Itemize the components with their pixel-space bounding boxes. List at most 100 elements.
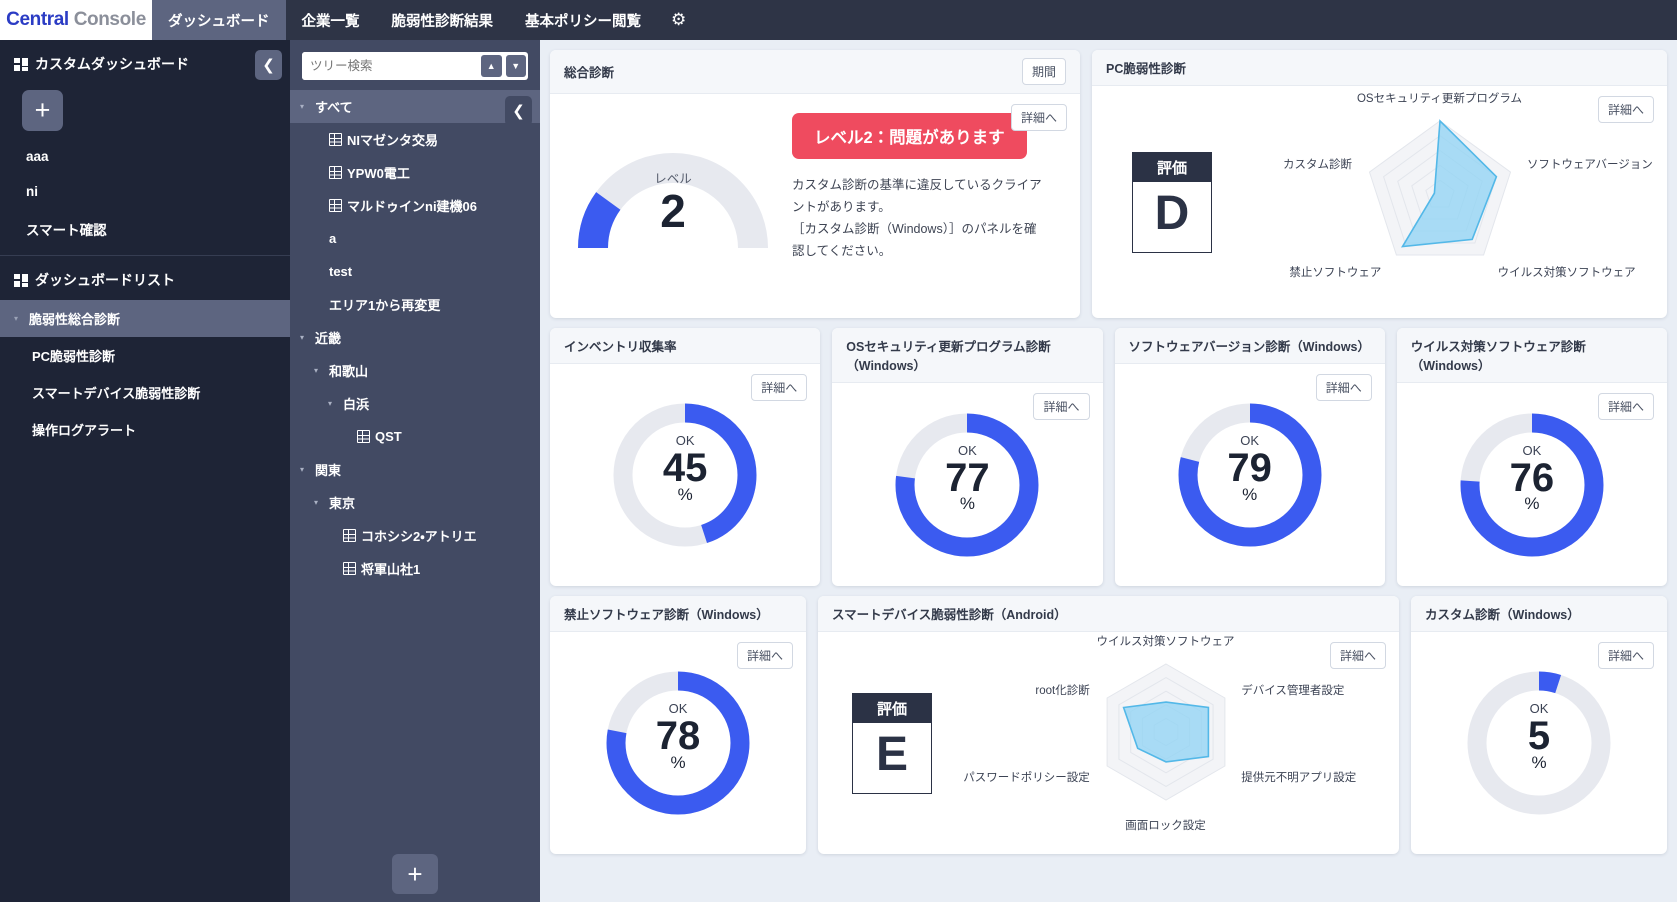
card-header: ソフトウェアバージョン診断（Windows） [1114,328,1385,364]
nav-item-dashboard[interactable]: ダッシュボード [152,0,286,40]
building-icon [329,133,342,146]
dashboard-main-area: 総合診断 期間 詳細へ レベル 2 レベル2：問題があります カスタム診断の基準… [540,40,1677,902]
donut-chart: OK 45% [609,399,761,551]
sidebar-collapse-button[interactable]: ❮ [255,50,282,80]
nav-item-company-list[interactable]: 企業一覧 [286,0,376,40]
tree-node[interactable]: ▾ 関東 [290,453,540,486]
card-header: 禁止ソフトウェア診断（Windows） [550,596,806,632]
add-tree-node-button[interactable]: + [392,854,438,894]
card-header: PC脆弱性診断 [1092,50,1667,86]
building-icon [329,166,342,179]
tree-node[interactable]: コホシシ2・アトリエ [290,519,540,552]
building-icon [343,562,356,575]
detail-button[interactable]: 詳細へ [1597,96,1654,123]
card-header: OSセキュリティ更新プログラム診断（Windows） [832,328,1103,383]
dashboard-row-1: 総合診断 期間 詳細へ レベル 2 レベル2：問題があります カスタム診断の基準… [550,50,1667,318]
detail-button[interactable]: 詳細へ [1329,642,1386,669]
card-body: 詳細へ OK 78% [550,632,806,854]
detail-button[interactable]: 詳細へ [1597,642,1654,669]
donut-value: 5 [1527,714,1551,758]
sidebar-item-smart-check[interactable]: スマート確認 [0,209,290,249]
chevron-down-icon: ▾ [328,399,333,408]
donut-center-text: OK 77% [891,443,1043,515]
detail-button[interactable]: 詳細へ [1597,393,1654,420]
tree-collapse-button[interactable]: ❮ [505,96,532,126]
card-body: 詳細へ OK 45% [550,364,820,586]
card-body: 詳細へ OK 77% [832,383,1102,586]
sidebar-item-smart-device-vulnerability[interactable]: スマートデバイス脆弱性診断 [0,374,290,411]
sidebar-item-pc-vulnerability[interactable]: PC脆弱性診断 [0,337,290,374]
nav-item-basic-policy[interactable]: 基本ポリシー閲覧 [509,0,657,40]
custom-dashboard-header: カスタムダッシュボード [0,40,290,84]
radar-svg [1106,663,1225,801]
sidebar-item-aaa[interactable]: aaa [0,139,290,174]
tree-node[interactable]: エリア1から再変更 [290,288,540,321]
brand-part-1: Central [6,9,69,30]
card-body: 詳細へ 評価 D OSセキュリティ更新プログラム ソフトウェアバージョン ウイルス対… [1092,86,1667,318]
rating-value: E [875,727,908,781]
tree-node[interactable]: ▾ すべて [290,90,540,123]
card-header: ウイルス対策ソフトウェア診断（Windows） [1396,328,1667,383]
card-header: スマートデバイス脆弱性診断（Android） [818,596,1399,632]
tree-node[interactable]: ▾ 近畿 [290,321,540,354]
card-pc-vulnerability: PC脆弱性診断 詳細へ 評価 D OSセキュリティ更新プログラム ソフトウェアバー… [1092,50,1667,318]
chevron-down-icon[interactable]: ▼ [505,55,526,77]
donut-unit: % [1524,494,1540,514]
tree-node[interactable]: a [290,222,540,255]
list-grid-icon [14,273,28,287]
card-header: 総合診断 期間 [550,50,1080,94]
detail-button[interactable]: 詳細へ [751,374,808,401]
donut-unit: % [677,484,693,504]
sidebar-item-operation-log-alert[interactable]: 操作ログアラート [0,411,290,448]
card-overall-diagnosis: 総合診断 期間 詳細へ レベル 2 レベル2：問題があります カスタム診断の基準… [550,50,1080,318]
donut-center-text: OK 45% [609,433,761,505]
tree-node[interactable]: ▾ 和歌山 [290,354,540,387]
app-logo[interactable]: Central Console [0,0,152,40]
gear-icon[interactable]: ⚙ [657,0,700,40]
tree-node[interactable]: QST [290,420,540,453]
chevron-down-icon: ▾ [14,313,19,323]
tree-node[interactable]: マルドゥインni建機06 [290,189,540,222]
rating-label: 評価 [853,693,931,723]
card-title: 禁止ソフトウェア診断（Windows） [564,608,769,622]
tree-node-label: NIマゼンタ交易 [347,133,439,148]
tree-node[interactable]: YPW0電工 [290,156,540,189]
overall-gauge-chart: レベル 2 [568,116,778,266]
period-button[interactable]: 期間 [1021,58,1066,85]
tree-node[interactable]: NIマゼンタ交易 [290,123,540,156]
tree-node-label: すべて [315,100,353,115]
tree-node-label: 関東 [315,463,342,478]
detail-button[interactable]: 詳細へ [736,642,793,669]
chevron-down-icon: ▾ [300,333,305,342]
rating-label: 評価 [1133,152,1211,182]
add-dashboard-button[interactable]: + [22,90,63,131]
chevron-up-icon[interactable]: ▲ [481,55,502,77]
card-title: ウイルス対策ソフトウェア診断（Windows） [1410,340,1586,373]
radar-axis-label: デバイス管理者設定 [1241,684,1345,697]
card-body: 詳細へ OK 76% [1397,383,1667,586]
sidebar-item-overall-vulnerability[interactable]: ▾ 脆弱性総合診断 [0,300,290,337]
tree-node[interactable]: ▾ 白浜 [290,387,540,420]
donut-center-text: OK 79% [1174,433,1326,505]
dashboard-list-title: ダッシュボードリスト [35,272,175,288]
custom-dashboard-title: カスタムダッシュボード [35,56,189,72]
card-title: カスタム診断（Windows） [1425,608,1580,622]
smart-device-radar-chart: ウイルス対策ソフトウェア デバイス管理者設定 提供元不明アプリ設定 画面ロック設定 パス… [932,632,1399,854]
organization-tree-panel: ▲ ▼ ❮ ▾ すべて NIマゼンタ交易 YPW0電工マルドゥインni建機06 a tes… [290,40,540,902]
rating-box-pc: 評価 D [1132,151,1212,253]
nav-item-vulnerability-results[interactable]: 脆弱性診断結果 [376,0,510,40]
tree-node[interactable]: ▾ 東京 [290,486,540,519]
tree-node[interactable]: test [290,255,540,288]
sidebar-item-ni[interactable]: ni [0,174,290,209]
detail-button[interactable]: 詳細へ [1010,104,1067,131]
status-badge: レベル2：問題があります [792,113,1027,160]
tree-node-label: 将軍山社1 [361,562,421,577]
detail-button[interactable]: 詳細へ [1315,374,1372,401]
radar-axis-label: root化診断 [1035,684,1090,697]
top-navigation-bar: Central Console ダッシュボード 企業一覧 脆弱性診断結果 基本ポ… [0,0,1677,40]
card-header: カスタム診断（Windows） [1411,596,1667,632]
tree-search-input[interactable] [302,52,479,80]
detail-button[interactable]: 詳細へ [1033,393,1090,420]
tree-node[interactable]: 将軍山社1 [290,552,540,585]
radar-axis-label: 提供元不明アプリ設定 [1241,771,1357,784]
